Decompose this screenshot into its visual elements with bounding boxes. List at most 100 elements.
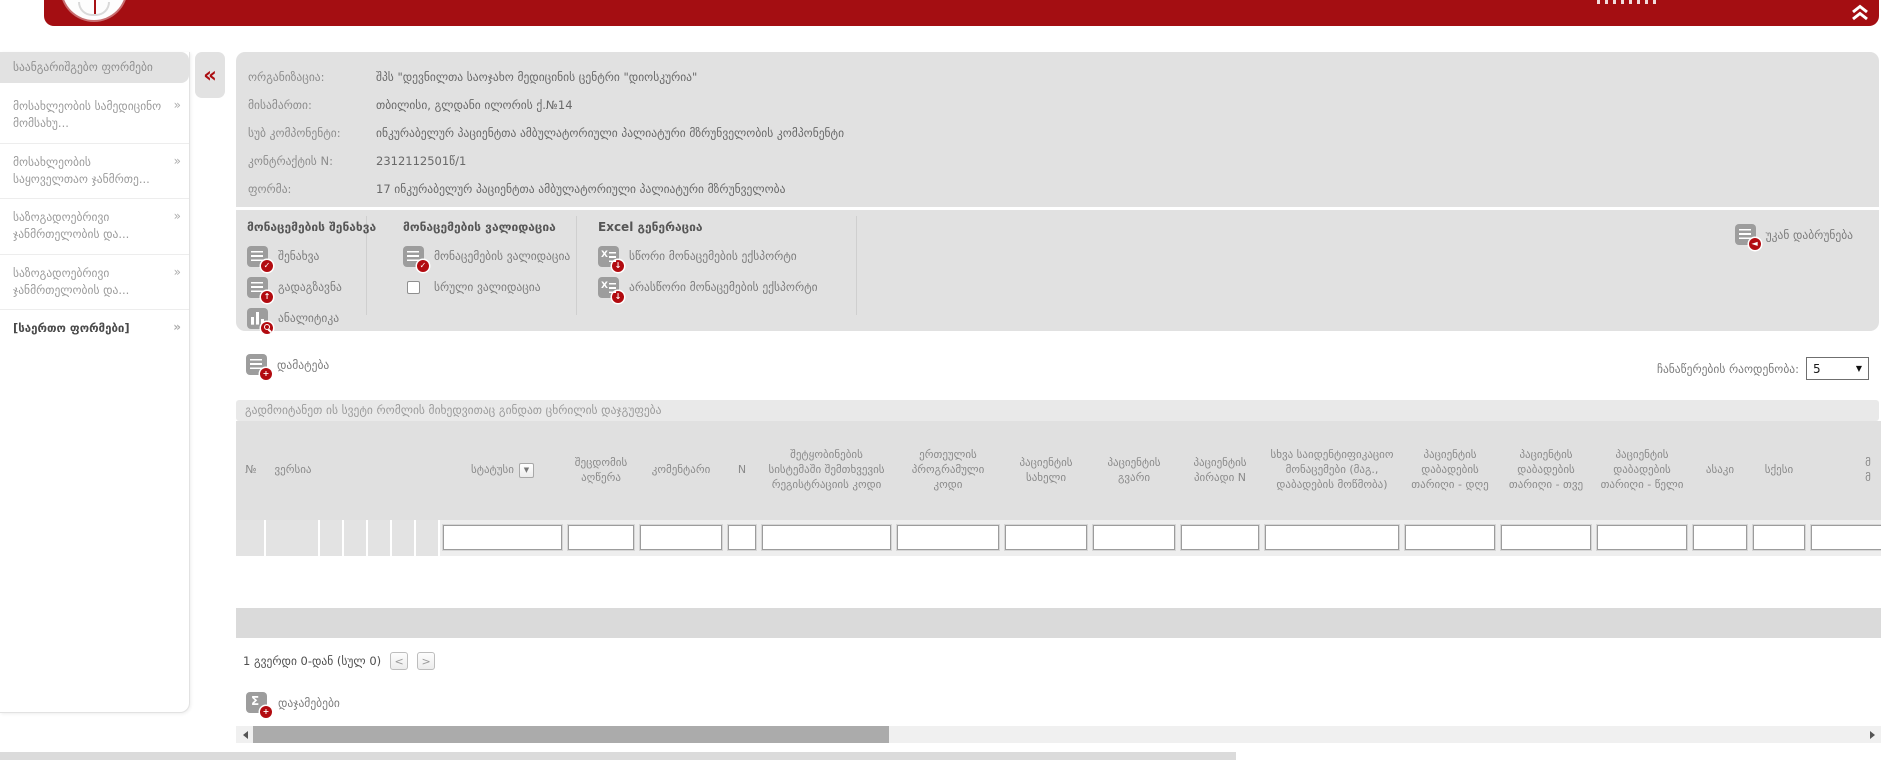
column-header[interactable]: ასაკი	[1690, 421, 1750, 520]
prev-page-button[interactable]: <	[390, 652, 408, 670]
add-button[interactable]: + დამატება	[246, 354, 329, 375]
action-item[interactable]: ↓არასწორი მონაცემების ექსპორტი	[598, 275, 818, 299]
column-header[interactable]: პაციენტის გვარი	[1090, 421, 1178, 520]
column-header[interactable]: პაციენტის სახელი	[1002, 421, 1090, 520]
document-icon: +	[246, 354, 267, 375]
filter-cell	[1090, 520, 1178, 556]
sidebar-item[interactable]: მოსახლეობის საყოველთაო ჯანმრთე...»	[0, 143, 189, 199]
horizontal-scrollbar[interactable]	[236, 726, 1881, 743]
column-header[interactable]: შეტყობინების სისტემაში შემთხვევის რეგისტ…	[759, 421, 894, 520]
scrollbar-thumb[interactable]	[253, 726, 889, 743]
bottom-strip	[0, 752, 1236, 760]
info-label: ორგანიზაცია:	[248, 70, 376, 84]
column-header[interactable]: სტატუსი▼	[440, 421, 565, 520]
column-header-label: ასაკი	[1706, 463, 1734, 478]
filter-input[interactable]	[443, 525, 562, 550]
info-label: სუბ კომპონენტი:	[248, 126, 376, 140]
sigma-icon: +	[246, 692, 267, 713]
back-button[interactable]: ◄ უკან დაბრუნება	[1735, 224, 1853, 245]
pagination-text: 1 გვერდი 0-დან (სულ 0)	[243, 654, 381, 668]
sidebar: საანგარიშგებო ფორმები მოსახლეობის სამედი…	[0, 52, 190, 713]
sidebar-item-label: მოსახლეობის საყოველთაო ჯანმრთე...	[13, 155, 150, 186]
column-header[interactable]: შეცდომის აღწერა	[565, 421, 637, 520]
filter-input[interactable]	[1405, 525, 1495, 550]
info-row: ფორმა: 17 ინკურაბელურ პაციენტთა ამბულატო…	[248, 175, 1865, 203]
filter-input[interactable]	[728, 525, 756, 550]
info-row: ორგანიზაცია: შპს "დევნილთა საოჯახო მედიც…	[248, 63, 1865, 91]
filter-cell	[416, 520, 440, 556]
validation-group: მონაცემების ვალიდაცია ✓ მონაცემების ვალი…	[403, 220, 570, 306]
column-header[interactable]: სქესი	[1750, 421, 1808, 520]
sidebar-item[interactable]: [საერთო ფორმები]»	[0, 309, 189, 347]
column-header[interactable]: პაციენტის პირადი N	[1178, 421, 1262, 520]
filter-input[interactable]	[1597, 525, 1687, 550]
filter-cell	[1402, 520, 1498, 556]
validate-button[interactable]: ✓ მონაცემების ვალიდაცია	[403, 244, 570, 268]
info-label: ფორმა:	[248, 182, 376, 196]
filter-input[interactable]	[1811, 525, 1881, 550]
column-header[interactable]: პაციენტის დაბადების თარიღი - წელი	[1594, 421, 1690, 520]
column-header-label: პაციენტის დაბადების თარიღი - თვე	[1502, 448, 1590, 493]
filter-input[interactable]	[640, 525, 722, 550]
status-dropdown-button[interactable]: ▼	[519, 463, 534, 478]
column-header[interactable]: სხვა საიდენტიფიკაციო მონაცემები (მაგ., დ…	[1262, 421, 1402, 520]
divider	[576, 216, 577, 315]
filter-input[interactable]	[568, 525, 634, 550]
column-header[interactable]: პაციენტის დაბადების თარიღი - დღე	[1402, 421, 1498, 520]
filter-input[interactable]	[897, 525, 999, 550]
filter-input[interactable]	[1265, 525, 1399, 550]
column-header-label: პაციენტის გვარი	[1094, 456, 1174, 486]
column-header[interactable]: №	[236, 421, 266, 520]
scroll-left-button[interactable]	[236, 726, 253, 743]
filter-cell	[1178, 520, 1262, 556]
sidebar-item[interactable]: მოსახლეობის სამედიცინო მომსახუ... »	[0, 88, 189, 143]
filter-input[interactable]	[1093, 525, 1175, 550]
records-count-label: ჩანაწერების რაოდენობა:	[1657, 362, 1799, 376]
filter-cell	[1002, 520, 1090, 556]
double-chevron-right-icon: »	[174, 263, 181, 281]
records-count: ჩანაწერების რაოდენობა: 5 ▼	[1657, 357, 1869, 380]
sidebar-collapse-button[interactable]: «	[195, 52, 225, 98]
filter-input[interactable]	[1753, 525, 1805, 550]
action-item[interactable]: ↓სწორი მონაცემების ექსპორტი	[598, 244, 818, 268]
info-panel: ორგანიზაცია: შპს "დევნილთა საოჯახო მედიც…	[236, 52, 1879, 331]
full-validation-checkbox[interactable]	[407, 281, 420, 294]
double-chevron-right-icon: »	[174, 96, 181, 114]
totals-button[interactable]: + დაჯამებები	[246, 692, 340, 713]
down-badge-icon: ↓	[612, 260, 624, 272]
sidebar-item-label: საზოგადოებრივი ჯანმრთელობის და...	[13, 266, 129, 297]
double-chevron-right-icon: »	[174, 207, 181, 225]
column-header[interactable]: ერთეულის პროგრამული კოდი	[894, 421, 1002, 520]
column-header[interactable]: ვერსია	[266, 421, 320, 520]
action-item[interactable]: ✓შენახვა	[247, 244, 376, 268]
column-header[interactable]: პაციენტის დაბადების თარიღი - თვე	[1498, 421, 1594, 520]
action-item[interactable]: ანალიტიკა	[247, 306, 376, 330]
sidebar-item[interactable]: საზოგადოებრივი ჯანმრთელობის და... »	[0, 254, 189, 310]
column-header[interactable]: კომენტარი	[637, 421, 725, 520]
collapse-header-icon[interactable]	[1846, 1, 1874, 23]
column-header-label: კომენტარი	[652, 463, 711, 478]
column-header-label: ერთეულის პროგრამული კოდი	[898, 448, 998, 493]
group-hint-bar[interactable]: გადმოიტანეთ ის სვეტი რომლის მიხედვითაც გ…	[236, 400, 1879, 421]
excel-group-title: Excel გენერაცია	[598, 220, 818, 234]
action-item[interactable]: ↑გადაგზავნა	[247, 275, 376, 299]
filter-cell	[266, 520, 320, 556]
scroll-right-button[interactable]	[1864, 726, 1881, 743]
filter-cell	[637, 520, 725, 556]
column-header-label: პაციენტის დაბადების თარიღი - დღე	[1406, 448, 1494, 493]
filter-input[interactable]	[1501, 525, 1591, 550]
table-filter-row	[236, 520, 1881, 556]
column-header[interactable]: N	[725, 421, 759, 520]
page-size-select[interactable]: 5 ▼	[1806, 357, 1869, 380]
next-page-button[interactable]: >	[417, 652, 435, 670]
filter-input[interactable]	[762, 525, 891, 550]
pagination: 1 გვერდი 0-დან (სულ 0) < >	[243, 652, 435, 670]
filter-input[interactable]	[1693, 525, 1747, 550]
sidebar-item-label: მოსახლეობის სამედიცინო მომსახუ...	[13, 99, 161, 130]
action-item-label: სწორი მონაცემების ექსპორტი	[629, 249, 797, 263]
column-header-label: N	[738, 463, 746, 478]
filter-input[interactable]	[1005, 525, 1087, 550]
sidebar-item[interactable]: საზოგადოებრივი ჯანმრთელობის და...»	[0, 198, 189, 254]
filter-input[interactable]	[1181, 525, 1259, 550]
column-header[interactable]: მ მ	[1808, 421, 1881, 520]
